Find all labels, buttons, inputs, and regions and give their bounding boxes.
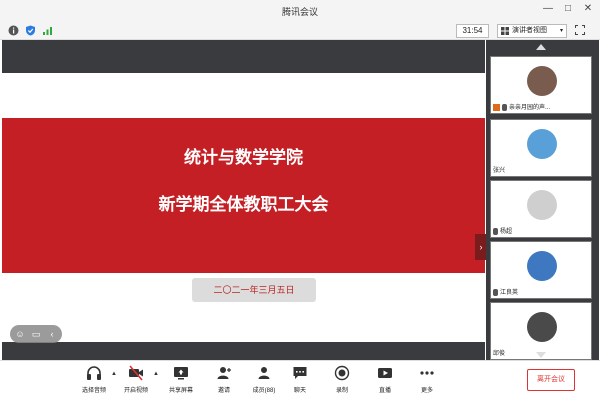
participant-name: 邱俊: [493, 351, 506, 357]
participant-name: 杨超: [500, 229, 513, 235]
fullscreen-icon[interactable]: [575, 25, 585, 35]
record-button[interactable]: 录制: [322, 365, 362, 394]
share-label: 共享屏幕: [168, 388, 193, 394]
audio-label: 选择音频: [81, 388, 106, 394]
participant-name: 江良英: [500, 290, 519, 296]
window-title: 腾讯会议: [281, 7, 318, 17]
minimize-button[interactable]: —: [541, 3, 555, 14]
maximize-button[interactable]: □: [561, 3, 575, 14]
collapse-icon[interactable]: ‹: [46, 328, 58, 340]
headphones-icon: [87, 366, 101, 380]
participant-name: 亲亲月园的声...: [509, 105, 551, 111]
live-stream-icon: [378, 368, 392, 378]
slide-date: 二〇二一年三月五日: [192, 278, 316, 302]
more-label: 更多: [420, 388, 433, 394]
avatar: [527, 66, 557, 96]
meeting-toolbar: 选择音频 ▲ 开启视频 ▲ 共享屏幕 邀请 成员(88) 聊天 录制 直播 更多…: [0, 360, 600, 402]
slide-title-meeting: 新学期全体教职工大会: [158, 195, 329, 214]
participant-tile[interactable]: 张兴: [490, 119, 592, 177]
record-label: 录制: [335, 388, 348, 394]
grid-icon: [501, 27, 509, 35]
microphone-icon: [493, 288, 498, 296]
meeting-timer: 31:54: [456, 24, 489, 38]
slide-bottom-band: [2, 342, 485, 360]
avatar: [527, 251, 557, 281]
signal-strength-icon[interactable]: [42, 25, 53, 36]
microphone-icon: [493, 227, 498, 235]
slide-top-band: [2, 40, 485, 73]
security-shield-icon[interactable]: [25, 25, 36, 36]
leave-meeting-button[interactable]: 离开会议: [527, 369, 575, 391]
scroll-down-icon[interactable]: [536, 352, 546, 358]
chat-button[interactable]: 聊天: [280, 365, 320, 394]
more-icon: [420, 371, 434, 375]
participant-video-panel: 亲亲月园的声... 张兴 杨超 江良英 邱俊: [486, 40, 599, 360]
video-button[interactable]: 开启视频: [116, 365, 156, 394]
invite-icon: [217, 367, 231, 379]
scroll-up-icon[interactable]: [536, 44, 546, 50]
invite-button[interactable]: 邀请: [204, 365, 244, 394]
participant-tile[interactable]: 杨超: [490, 180, 592, 238]
share-screen-icon: [174, 367, 188, 380]
avatar: [527, 129, 557, 159]
members-icon: [258, 367, 270, 379]
members-label: 成员(88): [252, 388, 276, 394]
microphone-icon: [502, 103, 507, 111]
floating-controls[interactable]: ☺ ▭ ‹: [10, 325, 62, 343]
annotation-icon[interactable]: ▭: [30, 328, 42, 340]
close-button[interactable]: ✕: [581, 3, 595, 14]
view-mode-dropdown[interactable]: 演讲者视图 ▾: [497, 24, 567, 38]
title-bar: 腾讯会议 — □ ✕: [0, 0, 600, 22]
chat-icon: [293, 367, 307, 379]
members-button[interactable]: 成员(88): [244, 365, 284, 394]
live-button[interactable]: 直播: [365, 365, 405, 394]
video-label: 开启视频: [123, 388, 148, 394]
slide-title-school: 统计与数学学院: [184, 148, 303, 167]
info-icon[interactable]: [8, 25, 19, 36]
slide-title-band: 统计与数学学院 新学期全体教职工大会: [2, 118, 485, 273]
live-label: 直播: [378, 388, 391, 394]
avatar: [527, 190, 557, 220]
share-screen-button[interactable]: 共享屏幕: [161, 365, 201, 394]
view-mode-label: 演讲者视图: [512, 27, 547, 34]
shared-screen: 统计与数学学院 新学期全体教职工大会 二〇二一年三月五日 ☺ ▭ ‹ ›: [2, 40, 487, 360]
status-bar: 31:54 演讲者视图 ▾: [0, 22, 600, 40]
emoji-icon[interactable]: ☺: [14, 328, 26, 340]
invite-label: 邀请: [217, 388, 230, 394]
audio-button[interactable]: 选择音频: [74, 365, 114, 394]
participant-tile[interactable]: 亲亲月园的声...: [490, 56, 592, 114]
screen-share-icon: [493, 103, 500, 111]
camera-off-icon: [129, 365, 143, 381]
participant-name: 张兴: [493, 168, 506, 174]
avatar: [527, 312, 557, 342]
chevron-down-icon: ▾: [559, 28, 563, 34]
participant-tile[interactable]: 江良英: [490, 241, 592, 299]
more-button[interactable]: 更多: [407, 365, 447, 394]
record-icon: [334, 365, 350, 381]
chevron-up-icon[interactable]: ▲: [153, 371, 159, 377]
chat-label: 聊天: [293, 388, 306, 394]
